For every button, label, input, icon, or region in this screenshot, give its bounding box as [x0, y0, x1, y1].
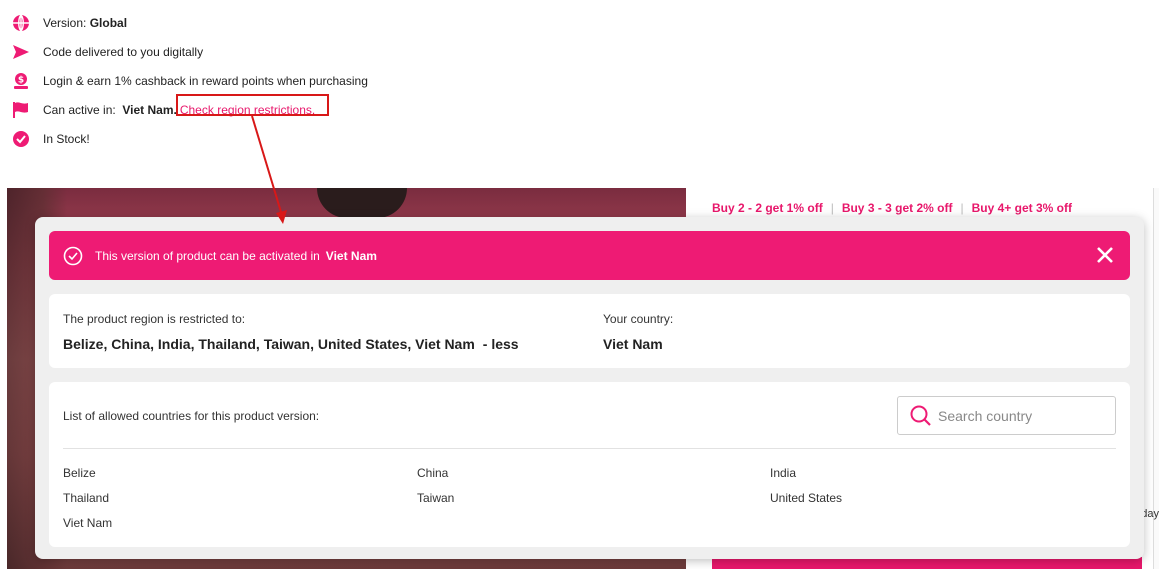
version-label: Version:: [43, 15, 87, 30]
modal-header: This version of product can be activated…: [49, 231, 1130, 280]
globe-icon: [12, 14, 30, 32]
promo-item: Buy 2 - 2 get 1% off: [712, 201, 823, 215]
bulk-discount-promo: Buy 2 - 2 get 1% off | Buy 3 - 3 get 2% of…: [712, 201, 1072, 215]
search-icon: [910, 405, 931, 426]
region-restriction-modal: This version of product can be activated…: [35, 217, 1144, 559]
country-item: China: [417, 466, 449, 480]
active-value: Viet Nam.: [122, 102, 177, 117]
your-country-label: Your country:: [603, 312, 674, 326]
callout-highlight: [176, 94, 329, 116]
less-link[interactable]: - less: [483, 336, 519, 352]
active-label: Can active in:: [43, 102, 116, 117]
country-item: India: [770, 466, 797, 480]
flag-icon: [12, 101, 30, 119]
info-row-version: Version: Global: [12, 8, 368, 37]
version-value: Global: [89, 15, 128, 30]
info-row-stock: In Stock!: [12, 124, 368, 153]
info-row-delivery: Code delivered to you digitally: [12, 37, 368, 66]
send-icon: [12, 43, 30, 61]
country-item: United States: [770, 491, 843, 505]
svg-text:$: $: [18, 75, 24, 85]
allowed-countries-list: Belize China India Thailand Taiwan Unite…: [63, 466, 1123, 530]
close-icon[interactable]: [1094, 244, 1116, 266]
product-info-list: Version: Global Code delivered to you di…: [12, 8, 368, 153]
restricted-label: The product region is restricted to:: [63, 312, 246, 326]
delivery-text: Code delivered to you digitally: [43, 44, 204, 59]
cashback-icon: $: [12, 72, 30, 90]
search-country-field[interactable]: [897, 396, 1116, 435]
promo-item: Buy 4+ get 3% off: [971, 201, 1072, 215]
country-item: Taiwan: [417, 491, 455, 505]
allowed-label: List of allowed countries for this produ…: [63, 409, 320, 423]
character-silhouette: [317, 188, 407, 218]
info-row-cashback: $ Login & earn 1% cashback in reward poi…: [12, 66, 368, 95]
restricted-value: Belize, China, India, Thailand, Taiwan, …: [63, 336, 519, 352]
check-circle-icon: [12, 130, 30, 148]
restriction-summary-card: The product region is restricted to: Bel…: [49, 294, 1130, 368]
modal-header-message: This version of product can be activated…: [95, 249, 377, 263]
search-country-input[interactable]: [938, 407, 1108, 424]
header-country: Viet Nam: [325, 248, 377, 263]
country-item: Viet Nam: [63, 516, 113, 530]
country-item: Thailand: [63, 491, 110, 505]
stock-text: In Stock!: [43, 131, 90, 146]
check-circle-icon: [63, 246, 83, 265]
country-item: Belize: [63, 466, 96, 480]
restricted-countries: Belize, China, India, Thailand, Taiwan, …: [63, 336, 475, 352]
cashback-text: Login & earn 1% cashback in reward point…: [43, 73, 368, 88]
promo-item: Buy 3 - 3 get 2% off: [841, 201, 953, 215]
divider: [63, 448, 1116, 449]
allowed-countries-card: List of allowed countries for this produ…: [49, 382, 1130, 547]
your-country-value: Viet Nam: [603, 336, 663, 352]
header-text: This version of product can be activated…: [95, 248, 320, 263]
